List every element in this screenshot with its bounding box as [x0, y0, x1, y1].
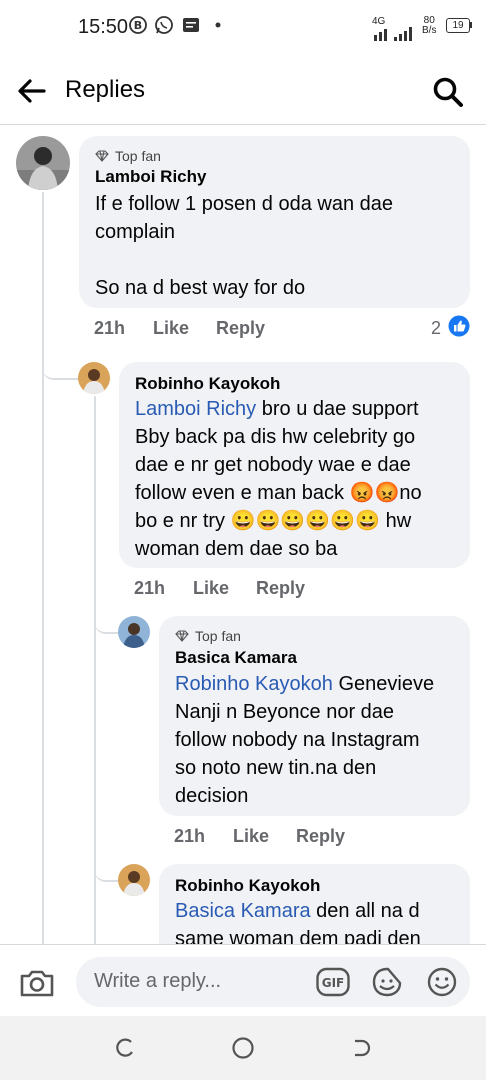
- network-speed: 80 B/s: [422, 16, 436, 36]
- text-part: den all na d: [310, 900, 420, 922]
- back-arrow-icon[interactable]: [14, 73, 50, 109]
- comment-bubble: Robinho Kayokoh Lamboi Richy bro u dae s…: [119, 362, 470, 568]
- like-button[interactable]: Like: [233, 826, 269, 847]
- text-part: bro u dae support: [256, 398, 419, 420]
- reply-placeholder: Write a reply...: [94, 970, 222, 992]
- comment-time: 21h: [94, 318, 126, 338]
- gif-icon[interactable]: GIF: [316, 967, 350, 997]
- grin-emoji: 😀😀😀😀😀😀: [230, 510, 381, 532]
- thread-connector: [94, 608, 118, 634]
- mention-link[interactable]: Robinho Kayokoh: [175, 673, 333, 695]
- thread-connector: [94, 856, 118, 882]
- comment-bubble: Top fan Basica Kamara Robinho Kayokoh Ge…: [159, 616, 470, 816]
- message-icon: [183, 18, 199, 32]
- thread-line: [42, 192, 44, 944]
- battery-tip: [470, 22, 472, 28]
- thread-connector: [42, 350, 78, 380]
- like-button[interactable]: Like: [153, 318, 189, 339]
- angry-emoji: 😡😡: [349, 482, 400, 504]
- system-nav-bar: [0, 1016, 486, 1080]
- top-fan-badge: Top fan: [95, 148, 161, 164]
- status-bar: 15:50 B 4G 80 B/s 19: [0, 0, 486, 56]
- comment-time: 21h: [134, 578, 166, 598]
- reply-button[interactable]: Reply: [296, 826, 345, 847]
- recent-apps-icon[interactable]: [114, 1037, 136, 1059]
- svg-text:B: B: [134, 19, 142, 32]
- reply-input[interactable]: Write a reply... GIF: [76, 957, 470, 1007]
- battery-icon: 19: [446, 18, 470, 33]
- comment-actions: 21h Like Reply: [134, 578, 334, 602]
- diamond-icon: [175, 630, 189, 642]
- comment-bubble: Top fan Lamboi Richy If e follow 1 posen…: [79, 136, 470, 308]
- reaction-count[interactable]: 2: [431, 318, 441, 339]
- badge-label: Top fan: [195, 628, 241, 644]
- network-type: 4G: [372, 16, 386, 27]
- page-title: Replies: [65, 76, 146, 103]
- emoji-icon[interactable]: [426, 966, 458, 998]
- comment-author[interactable]: Basica Kamara: [175, 648, 297, 668]
- diamond-icon: [95, 150, 109, 162]
- badge-label: Top fan: [115, 148, 161, 164]
- signal-icon: [374, 27, 412, 41]
- status-time: 15:50: [78, 16, 129, 38]
- text-part: Genevieve: [332, 673, 435, 695]
- camera-icon[interactable]: [18, 965, 56, 1001]
- whatsapp-icon: [155, 16, 173, 34]
- comment-text: Lamboi Richy bro u dae support Bby back …: [135, 395, 465, 563]
- reply-composer: Write a reply... GIF: [0, 944, 486, 1017]
- reply-button[interactable]: Reply: [256, 578, 305, 599]
- comment-text: If e follow 1 posen d oda wan dae compla…: [95, 193, 393, 299]
- reply-button[interactable]: Reply: [216, 318, 265, 339]
- avatar[interactable]: [16, 136, 70, 190]
- comment-author[interactable]: Robinho Kayokoh: [175, 876, 320, 896]
- like-button[interactable]: Like: [193, 578, 229, 599]
- dot-icon: [215, 22, 221, 28]
- avatar[interactable]: [118, 864, 150, 896]
- comment-actions: 21h Like Reply 2: [94, 315, 470, 342]
- comment-author[interactable]: Lamboi Richy: [95, 167, 206, 187]
- home-icon[interactable]: [231, 1036, 255, 1060]
- back-nav-icon[interactable]: [350, 1037, 372, 1059]
- gif-label: GIF: [322, 976, 345, 990]
- search-icon[interactable]: [430, 74, 466, 110]
- comment-time: 21h: [174, 826, 206, 846]
- mention-link[interactable]: Lamboi Richy: [135, 398, 256, 420]
- sticker-icon[interactable]: [371, 966, 403, 998]
- speed-unit: B/s: [422, 25, 437, 36]
- mention-link[interactable]: Basica Kamara: [175, 900, 311, 922]
- text-part: Nanji n Beyonce nor dae follow nobody na…: [175, 701, 420, 807]
- header: Replies: [0, 56, 486, 125]
- comment-actions: 21h Like Reply: [174, 826, 374, 850]
- avatar[interactable]: [78, 362, 110, 394]
- avatar[interactable]: [118, 616, 150, 648]
- comment-text: Robinho Kayokoh Genevieve Nanji n Beyonc…: [175, 670, 467, 810]
- like-reaction-icon: [448, 315, 470, 337]
- comment-author[interactable]: Robinho Kayokoh: [135, 374, 280, 394]
- b-notification-icon: B: [129, 16, 147, 34]
- top-fan-badge: Top fan: [175, 628, 241, 644]
